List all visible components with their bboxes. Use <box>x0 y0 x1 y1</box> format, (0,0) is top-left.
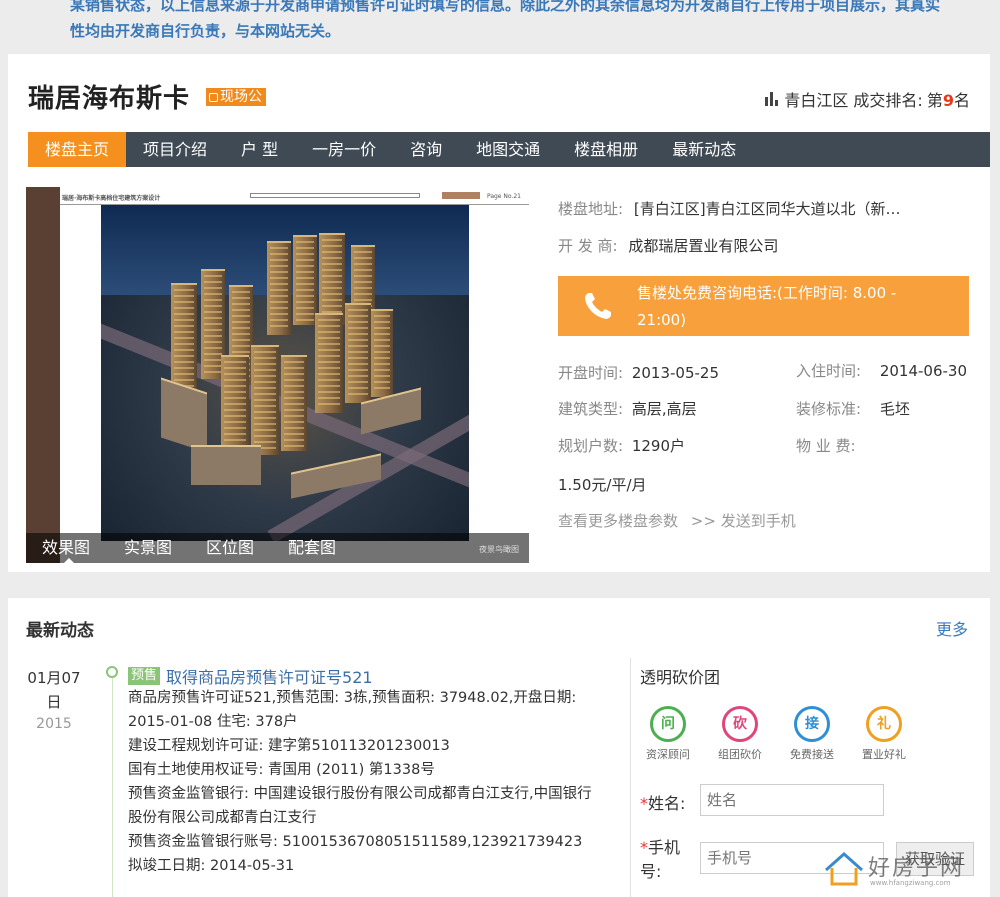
checkin-date-label: 入住时间: <box>796 362 862 380</box>
rendering-header: 瑞居·海布斯卡高档住宅建筑方案设计 Page No.21 <box>60 189 529 205</box>
building-type-label: 建筑类型: <box>558 400 624 418</box>
feature-group-bargain[interactable]: 砍 组团砍价 <box>710 706 770 762</box>
news-date-year: 2015 <box>36 716 72 732</box>
badge-label: 现场公 <box>220 89 262 105</box>
nav-item-price[interactable]: 一房一价 <box>295 132 393 167</box>
gallery-tabs: 效果图 实景图 区位图 配套图 <box>26 533 529 563</box>
presale-tag: 预售 <box>128 667 161 685</box>
news-headline-row: 预售 取得商品房预售许可证号521 <box>128 664 373 688</box>
building-type-value: 高层,高层 <box>631 400 697 418</box>
news-headline-link[interactable]: 取得商品房预售许可证号521 <box>166 664 373 688</box>
gallery-tab-photos[interactable]: 实景图 <box>124 533 172 563</box>
households-label: 规划户数: <box>558 437 624 455</box>
decoration-label: 装修标准: <box>796 400 862 418</box>
nav-item-home[interactable]: 楼盘主页 <box>28 132 127 167</box>
checkin-date-value: 2014-06-30 <box>879 362 968 380</box>
news-line: 拟竣工日期: 2014-05-31 <box>128 858 295 874</box>
more-params-link[interactable]: 查看更多楼盘参数 <box>558 512 678 530</box>
site-watermark: 好房子网 www.hfangziwang.com <box>822 848 982 893</box>
send-to-phone-link[interactable]: >> 发送到手机 <box>691 512 796 530</box>
consultant-icon: 问 <box>650 706 686 742</box>
gallery-tab-facilities[interactable]: 配套图 <box>288 533 336 563</box>
feature-label: 免费接送 <box>790 748 834 761</box>
news-more-link[interactable]: 更多 <box>936 616 968 640</box>
project-info: 楼盘地址: [青白江区]青白江区同华大道以北（新… 开 发 商: 成都瑞居置业有… <box>558 54 978 572</box>
address-label: 楼盘地址: <box>558 200 624 218</box>
rendering-caption: 夜景鸟瞰图 <box>479 545 519 554</box>
name-input[interactable] <box>700 784 884 816</box>
news-section-title: 最新动态 <box>26 621 94 641</box>
developer-value: 成都瑞居置业有限公司 <box>628 237 779 255</box>
property-fee-value: 1.50元/平/月 <box>558 476 647 494</box>
decoration-value: 毛坯 <box>879 400 910 418</box>
house-logo-icon <box>825 851 863 886</box>
project-card: 瑞居海布斯卡 现场公 青白江区 成交排名: 第9名 楼盘主页 项目介绍 户 型 … <box>8 54 990 572</box>
rendering-page-number: Page No.21 <box>486 193 521 200</box>
nav-item-floorplan[interactable]: 户 型 <box>224 132 295 167</box>
notice-text: 某销售状态，以上信息来源于开发商申请预售许可证时填写的信息。除此之外的其余信息均… <box>70 0 941 40</box>
open-date-label: 开盘时间: <box>558 364 624 382</box>
open-date-value: 2013-05-25 <box>631 364 720 382</box>
gallery-tab-location[interactable]: 区位图 <box>206 533 254 563</box>
news-line: 商品房预售许可证521,预售范围: 3栋,预售面积: 37948.02,开盘日期… <box>128 690 577 730</box>
feature-label: 组团砍价 <box>718 748 762 761</box>
bargain-group-title: 透明砍价团 <box>640 668 721 687</box>
shuttle-icon: 接 <box>794 706 830 742</box>
aerial-rendering-image[interactable] <box>101 205 469 541</box>
feature-consultant[interactable]: 问 资深顾问 <box>638 706 698 762</box>
phone-consult-box[interactable]: 售楼处免费咨询电话:(工作时间: 8.00 - 21:00) <box>558 276 969 336</box>
nav-item-map[interactable]: 地图交通 <box>459 132 557 167</box>
news-line: 建设工程规划许可证: 建字第510113201230013 <box>128 738 450 754</box>
feature-gift[interactable]: 礼 置业好礼 <box>854 706 914 762</box>
news-line: 预售资金监管银行账号: 51001536708051511589,1239217… <box>128 834 583 850</box>
nav-item-consult[interactable]: 咨询 <box>393 132 459 167</box>
watermark-text: 好房子网 <box>868 856 965 881</box>
news-body: 商品房预售许可证521,预售范围: 3栋,预售面积: 37948.02,开盘日期… <box>128 686 604 878</box>
bargain-icon: 砍 <box>722 706 758 742</box>
timeline-dot <box>106 666 118 678</box>
feature-free-shuttle[interactable]: 接 免费接送 <box>782 706 842 762</box>
project-title: 瑞居海布斯卡 <box>28 84 191 114</box>
phone-consult-text: 售楼处免费咨询电话:(工作时间: 8.00 - 21:00) <box>637 284 897 329</box>
phone-icon <box>585 293 611 319</box>
address-value: [青白江区]青白江区同华大道以北（新… <box>633 200 901 218</box>
news-line: 国有土地使用权证号: 青国用 (2011) 第1338号 <box>128 762 435 778</box>
status-badge: 现场公 <box>206 88 266 106</box>
timeline-line <box>112 670 113 897</box>
phone-label-row: *手机号: <box>640 838 681 881</box>
developer-label: 开 发 商: <box>558 237 618 255</box>
households-value: 1290户 <box>631 437 686 455</box>
gift-icon: 礼 <box>866 706 902 742</box>
badge-icon <box>209 92 218 102</box>
watermark-url: www.hfangziwang.com <box>870 879 951 887</box>
news-date-month-day: 01月07日 <box>27 669 81 711</box>
feature-label: 资深顾问 <box>646 748 690 761</box>
gallery-tab-rendering[interactable]: 效果图 <box>42 533 90 563</box>
name-label-row: *姓名: <box>640 794 686 813</box>
rendering-header-title: 瑞居·海布斯卡高档住宅建筑方案设计 <box>62 195 161 202</box>
news-line: 预售资金监管银行: 中国建设银行股份有限公司成都青白江支行,中国银行股份有限公司… <box>128 786 592 826</box>
feature-label: 置业好礼 <box>862 748 906 761</box>
nav-item-intro[interactable]: 项目介绍 <box>126 132 224 167</box>
property-fee-label: 物 业 费: <box>796 437 856 455</box>
project-gallery[interactable]: 瑞居·海布斯卡高档住宅建筑方案设计 Page No.21 效果图 实景图 区位图… <box>26 187 529 563</box>
name-label: 姓名: <box>648 794 686 813</box>
news-date: 01月07日 2015 <box>24 666 84 734</box>
